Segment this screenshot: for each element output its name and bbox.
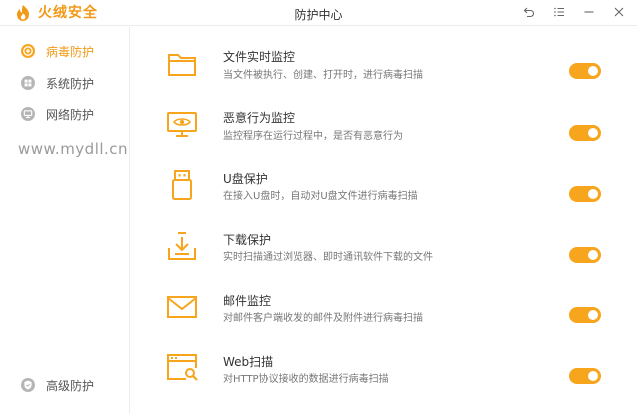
close-icon: [614, 7, 624, 17]
feature-row-mail-monitor: 邮件监控 对邮件客户端收发的邮件及附件进行病毒扫描: [131, 287, 637, 347]
file-monitor-toggle[interactable]: [569, 63, 601, 79]
sidebar-item-system-protection[interactable]: 系统防护: [20, 73, 94, 93]
feature-title: 文件实时监控: [223, 50, 296, 64]
download-protection-toggle[interactable]: [569, 247, 601, 263]
toggle-knob: [588, 250, 598, 260]
sidebar-item-label: 病毒防护: [46, 44, 95, 59]
watermark-text: www.mydll.cn: [18, 140, 129, 158]
toggle-knob: [588, 310, 598, 320]
protection-list: 文件实时监控 当文件被执行、创建、打开时，进行病毒扫描 恶意行为监控 监控程序在…: [131, 27, 637, 414]
menu-icon: [554, 7, 564, 17]
feature-row-file-monitor: 文件实时监控 当文件被执行、创建、打开时，进行病毒扫描: [131, 43, 637, 103]
feature-description: 监控程序在运行过程中，是否有恶意行为: [223, 131, 403, 142]
feature-row-web-scan: Web扫描 对HTTP协议接收的数据进行病毒扫描: [131, 348, 637, 408]
minimize-icon: [584, 11, 594, 13]
sidebar-item-label: 高级防护: [46, 378, 95, 393]
title-bar: 火绒安全 防护中心: [0, 0, 637, 26]
sidebar-item-advanced-protection[interactable]: 高级防护: [20, 375, 94, 395]
mail-icon: [167, 296, 197, 318]
sidebar-item-label: 系统防护: [46, 76, 95, 91]
usb-protection-toggle[interactable]: [569, 186, 601, 202]
window-controls: [521, 4, 627, 20]
feature-title: Web扫描: [223, 355, 274, 369]
back-button[interactable]: [521, 4, 537, 20]
network-icon: [21, 107, 35, 121]
toggle-knob: [588, 371, 598, 381]
mail-monitor-toggle[interactable]: [569, 307, 601, 323]
usb-drive-icon: [172, 170, 192, 200]
web-scan-toggle[interactable]: [569, 368, 601, 384]
sidebar-item-virus-protection[interactable]: 病毒防护: [20, 41, 94, 61]
feature-description: 当文件被执行、创建、打开时，进行病毒扫描: [223, 70, 423, 81]
feature-description: 对HTTP协议接收的数据进行病毒扫描: [223, 374, 389, 385]
feature-description: 对邮件客户端收发的邮件及附件进行病毒扫描: [223, 313, 423, 324]
menu-button[interactable]: [551, 4, 567, 20]
windows-icon: [21, 76, 35, 90]
behavior-monitor-toggle[interactable]: [569, 125, 601, 141]
folder-icon: [168, 54, 196, 76]
toggle-knob: [588, 189, 598, 199]
feature-title: 下载保护: [223, 233, 272, 247]
download-icon: [168, 232, 196, 260]
feature-description: 在接入U盘时，自动对U盘文件进行病毒扫描: [223, 191, 418, 202]
minimize-button[interactable]: [581, 4, 597, 20]
feature-title: 邮件监控: [223, 294, 272, 308]
back-icon: [523, 7, 534, 18]
feature-row-download-protection: 下载保护 实时扫描通过浏览器、即时通讯软件下载的文件: [131, 227, 637, 287]
sidebar-item-label: 网络防护: [46, 107, 95, 122]
close-button[interactable]: [611, 4, 627, 20]
sidebar-item-network-protection[interactable]: 网络防护: [20, 104, 94, 124]
toggle-knob: [588, 128, 598, 138]
feature-row-behavior-monitor: 恶意行为监控 监控程序在运行过程中，是否有恶意行为: [131, 105, 637, 165]
feature-title: 恶意行为监控: [223, 111, 296, 125]
feature-title: U盘保护: [223, 172, 268, 186]
advanced-shield-icon: [21, 378, 35, 392]
virus-shield-icon: [21, 44, 35, 58]
sidebar: 病毒防护 系统防护 网络防护 www.mydll.cn 高级防护: [0, 27, 130, 414]
feature-row-usb-protection: U盘保护 在接入U盘时，自动对U盘文件进行病毒扫描: [131, 166, 637, 226]
feature-description: 实时扫描通过浏览器、即时通讯软件下载的文件: [223, 252, 433, 263]
web-scan-icon: [167, 354, 198, 381]
toggle-knob: [588, 66, 598, 76]
monitor-eye-icon: [167, 112, 197, 137]
